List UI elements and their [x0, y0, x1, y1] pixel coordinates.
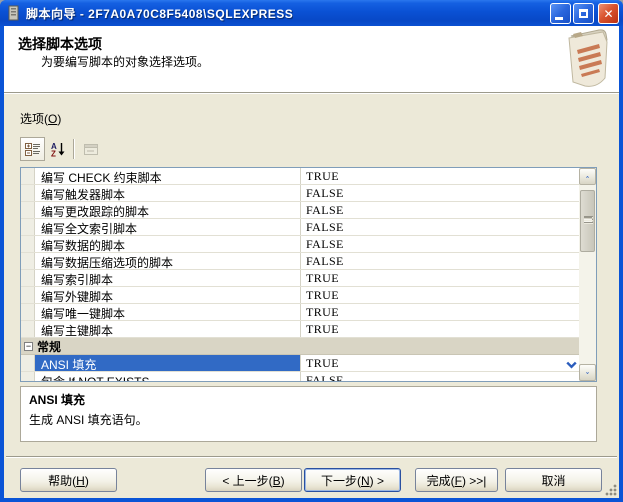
row-gutter [21, 219, 35, 235]
property-description-panel: ANSI 填充 生成 ANSI 填充语句。 [20, 386, 597, 442]
property-value[interactable]: TRUE [301, 168, 579, 184]
grid-category-row[interactable]: −常规 [21, 338, 579, 355]
property-value[interactable]: TRUE [301, 321, 579, 337]
header-divider [4, 92, 619, 94]
grid-row[interactable]: ANSI 填充TRUE [21, 355, 579, 372]
grid-row[interactable]: 编写数据压缩选项的脚本FALSE [21, 253, 579, 270]
page-subtitle: 为要编写脚本的对象选择选项。 [41, 53, 209, 70]
thumb-grip [584, 216, 593, 225]
row-gutter [21, 253, 35, 269]
grid-row[interactable]: 编写数据的脚本FALSE [21, 236, 579, 253]
scroll-document-icon [561, 28, 613, 90]
close-icon[interactable]: ✕ [598, 3, 619, 24]
collapse-minus-icon[interactable]: − [24, 342, 33, 351]
window-title: 脚本向导 - 2F7A0A70C8F5408\SQLEXPRESS [26, 5, 293, 22]
grid-row[interactable]: 编写唯一键脚本TRUE [21, 304, 579, 321]
property-name[interactable]: 编写触发器脚本 [35, 185, 301, 201]
scroll-up-icon[interactable] [579, 168, 596, 185]
row-gutter [21, 304, 35, 320]
help-button[interactable]: 帮助(H) [20, 468, 117, 492]
property-name[interactable]: 编写唯一键脚本 [35, 304, 301, 320]
grid-row[interactable]: 编写索引脚本TRUE [21, 270, 579, 287]
property-grid[interactable]: 编写 CHECK 约束脚本TRUE编写触发器脚本FALSE编写更改跟踪的脚本FA… [20, 167, 597, 382]
grid-row[interactable]: 编写更改跟踪的脚本FALSE [21, 202, 579, 219]
row-gutter [21, 372, 35, 382]
maximize-icon[interactable] [573, 3, 594, 24]
property-value[interactable]: FALSE [301, 236, 579, 252]
row-gutter [21, 168, 35, 184]
row-gutter [21, 321, 35, 337]
grid-row[interactable]: 编写触发器脚本FALSE [21, 185, 579, 202]
property-name[interactable]: 包含 If NOT EXISTS [35, 372, 301, 382]
row-gutter [21, 355, 35, 371]
property-name[interactable]: 编写更改跟踪的脚本 [35, 202, 301, 218]
row-gutter [21, 287, 35, 303]
script-wizard-window: 脚本向导 - 2F7A0A70C8F5408\SQLEXPRESS ✕ 选择脚本… [0, 0, 623, 502]
vertical-scrollbar[interactable] [579, 168, 596, 381]
property-name[interactable]: 编写外键脚本 [35, 287, 301, 303]
property-name[interactable]: 编写全文索引脚本 [35, 219, 301, 235]
resize-grip-icon[interactable] [604, 483, 617, 496]
options-label: 选项(O) [20, 110, 61, 127]
row-gutter [21, 202, 35, 218]
property-name[interactable]: 编写数据压缩选项的脚本 [35, 253, 301, 269]
finish-button[interactable]: 完成(F) >>| [415, 468, 498, 492]
property-value[interactable]: TRUE [301, 287, 579, 303]
description-text: 生成 ANSI 填充语句。 [29, 411, 588, 428]
footer-divider [6, 456, 617, 458]
property-pages-icon [78, 137, 103, 161]
grid-row[interactable]: 编写主键脚本TRUE [21, 321, 579, 338]
property-value[interactable]: FALSE [301, 202, 579, 218]
property-value[interactable]: TRUE [301, 270, 579, 286]
property-value[interactable]: FALSE [301, 219, 579, 235]
property-value[interactable]: TRUE [301, 355, 579, 371]
scroll-down-icon[interactable] [579, 364, 596, 381]
back-button[interactable]: < 上一步(B) [205, 468, 302, 492]
dropdown-chevron-icon[interactable] [566, 358, 577, 373]
description-title: ANSI 填充 [29, 391, 588, 408]
titlebar[interactable]: 脚本向导 - 2F7A0A70C8F5408\SQLEXPRESS ✕ [0, 0, 623, 26]
sort-alphabetical-icon[interactable]: A Z [45, 137, 70, 161]
grid-row[interactable]: 包含 If NOT EXISTSFALSE [21, 372, 579, 382]
property-value[interactable]: FALSE [301, 372, 579, 382]
property-name[interactable]: ANSI 填充 [35, 355, 301, 371]
server-icon [6, 5, 22, 21]
minimize-icon[interactable] [550, 3, 571, 24]
page-title: 选择脚本选项 [18, 34, 102, 54]
row-gutter [21, 236, 35, 252]
property-name[interactable]: 编写索引脚本 [35, 270, 301, 286]
svg-text:Z: Z [51, 149, 56, 157]
wizard-header: 选择脚本选项 为要编写脚本的对象选择选项。 [4, 26, 619, 92]
property-name[interactable]: 编写主键脚本 [35, 321, 301, 337]
scrollbar-thumb[interactable] [580, 190, 595, 252]
property-grid-toolbar: A Z [20, 136, 103, 162]
property-name[interactable]: 编写 CHECK 约束脚本 [35, 168, 301, 184]
row-gutter [21, 270, 35, 286]
next-button[interactable]: 下一步(N) > [304, 468, 401, 492]
categorized-icon[interactable] [20, 137, 45, 161]
property-grid-rows: 编写 CHECK 约束脚本TRUE编写触发器脚本FALSE编写更改跟踪的脚本FA… [21, 168, 579, 382]
property-value[interactable]: FALSE [301, 253, 579, 269]
row-gutter [21, 185, 35, 201]
grid-row[interactable]: 编写 CHECK 约束脚本TRUE [21, 168, 579, 185]
cancel-button[interactable]: 取消 [505, 468, 602, 492]
grid-row[interactable]: 编写外键脚本TRUE [21, 287, 579, 304]
dialog-client-area: 选择脚本选项 为要编写脚本的对象选择选项。 选项(O) [4, 26, 619, 498]
property-name[interactable]: 编写数据的脚本 [35, 236, 301, 252]
property-value[interactable]: FALSE [301, 185, 579, 201]
grid-row[interactable]: 编写全文索引脚本FALSE [21, 219, 579, 236]
category-label: 常规 [37, 338, 61, 355]
toolbar-separator [73, 139, 75, 159]
property-value[interactable]: TRUE [301, 304, 579, 320]
